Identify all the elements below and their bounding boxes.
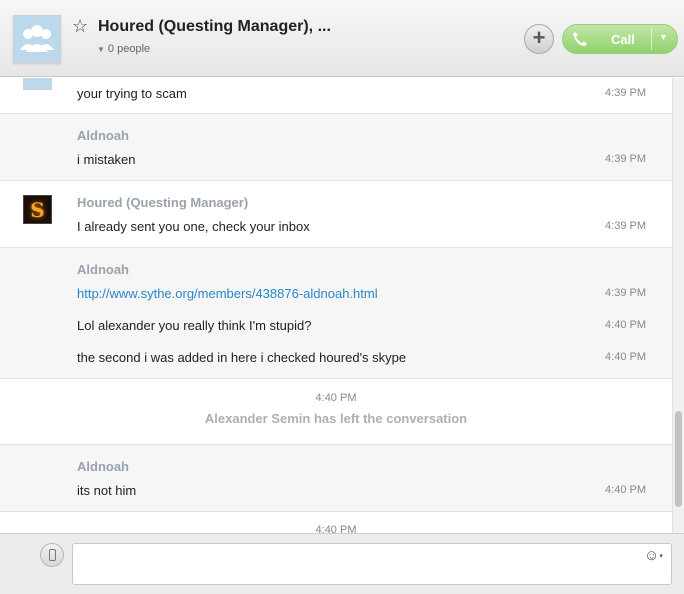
favorite-star-icon[interactable]: ☆ <box>72 16 88 37</box>
call-divider <box>651 28 652 50</box>
message-time: 4:40 PM <box>605 351 646 363</box>
sender-name[interactable]: Aldnoah <box>77 128 129 143</box>
sender-name[interactable]: Houred (Questing Manager) <box>77 195 248 210</box>
send-sms-button[interactable] <box>40 543 64 567</box>
message-group: Aldnoah http://www.sythe.org/members/438… <box>0 248 672 379</box>
message-time: 4:40 PM <box>605 319 646 331</box>
message-text: your trying to scam <box>77 86 187 101</box>
chat-history[interactable]: your trying to scam 4:39 PM Aldnoah i mi… <box>0 78 672 533</box>
message-text: its not him <box>77 483 137 498</box>
emoticon-picker-icon[interactable]: ☺▾ <box>644 547 663 564</box>
scrollbar-thumb[interactable] <box>675 411 682 507</box>
mobile-phone-icon <box>49 549 56 561</box>
message-time: 4:39 PM <box>605 220 646 232</box>
conversation-header: ☆ Houred (Questing Manager), ... ▼ 0 peop… <box>0 0 684 77</box>
call-options-chevron-down-icon[interactable]: ▼ <box>659 32 668 42</box>
event-time: 4:40 PM <box>315 392 357 404</box>
event-group: 4:40 PM Alexander Semin has left the con… <box>0 379 672 445</box>
message-time: 4:40 PM <box>605 484 646 496</box>
participants-toggle[interactable]: ▼ 0 people <box>97 43 150 55</box>
message-text: Lol alexander you really think I'm stupi… <box>77 318 312 333</box>
message-input[interactable] <box>72 543 672 585</box>
message-text: I already sent you one, check your inbox <box>77 219 310 234</box>
sender-name[interactable]: Aldnoah <box>77 459 129 474</box>
phone-icon <box>573 32 587 46</box>
avatar <box>23 78 52 90</box>
avatar[interactable]: S <box>23 195 52 224</box>
message-text: the second i was added in here i checked… <box>77 350 407 365</box>
sender-name[interactable]: Aldnoah <box>77 262 129 277</box>
event-group: 4:40 PM <box>0 512 672 533</box>
people-count: 0 people <box>107 43 151 55</box>
message-group: Aldnoah its not him 4:40 PM <box>0 445 672 512</box>
group-icon <box>20 25 54 52</box>
message-group: Aldnoah i mistaken 4:39 PM <box>0 114 672 181</box>
event-time: 4:40 PM <box>315 524 357 533</box>
message-time: 4:39 PM <box>605 153 646 165</box>
call-button[interactable]: Call ▼ <box>562 24 678 54</box>
message-group: your trying to scam 4:39 PM <box>0 78 672 114</box>
message-link[interactable]: http://www.sythe.org/members/438876-aldn… <box>77 286 378 301</box>
event-text: Alexander Semin has left the conversatio… <box>204 411 468 426</box>
add-participant-button[interactable]: + <box>524 24 554 54</box>
triangle-down-icon: ▼ <box>97 45 105 54</box>
message-time: 4:39 PM <box>605 87 646 99</box>
group-avatar[interactable] <box>13 15 61 63</box>
message-time: 4:39 PM <box>605 287 646 299</box>
compose-area: ☺▾ <box>0 533 684 594</box>
message-text: i mistaken <box>77 152 136 167</box>
conversation-title: Houred (Questing Manager), ... <box>98 18 331 35</box>
call-label: Call <box>611 32 635 47</box>
message-group: S Houred (Questing Manager) I already se… <box>0 181 672 248</box>
